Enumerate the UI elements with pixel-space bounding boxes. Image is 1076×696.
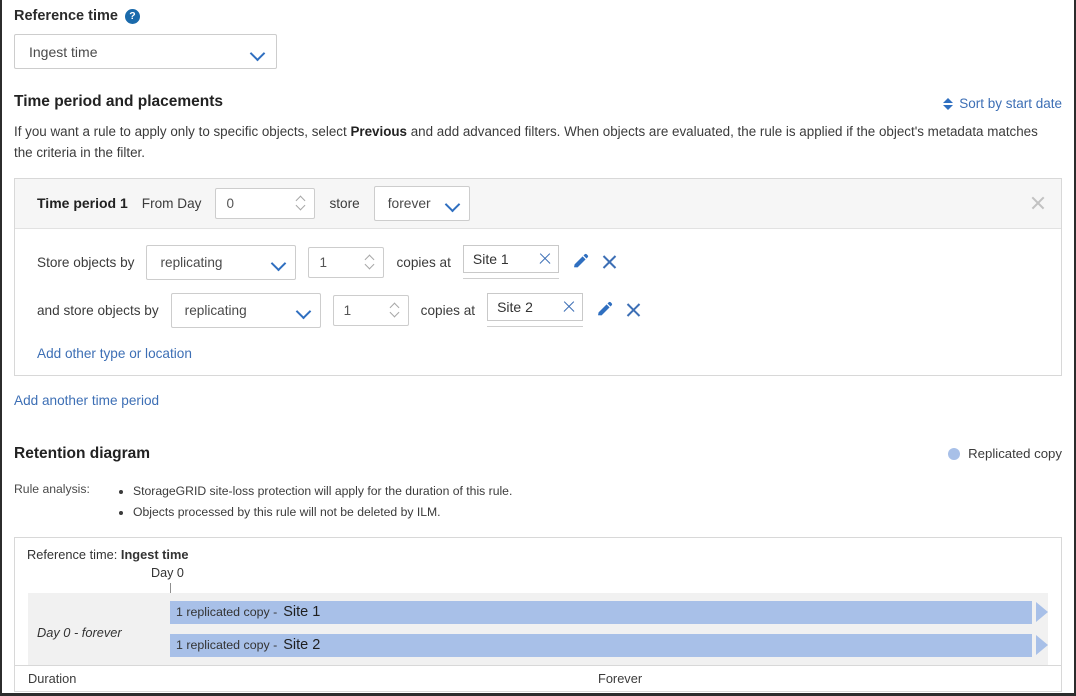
from-day-input[interactable]: 0 [215,188,315,219]
copies-input[interactable]: 1 [333,295,409,326]
location-chip[interactable]: Site 2 [487,293,583,321]
help-circle-icon[interactable]: ? [125,9,140,24]
add-other-type-or-location-link[interactable]: Add other type or location [37,346,1061,361]
bar-continues-arrow-icon [1036,635,1048,655]
rule-analysis-label: Rule analysis: [14,481,119,496]
reference-time-value: Ingest time [29,44,97,60]
period-range-label: Day 0 - forever [28,625,122,640]
retention-diagram-title: Retention diagram [14,445,150,463]
axis-tick-day0: Day 0 [151,566,184,580]
placement-method-value: replicating [185,303,247,318]
close-icon[interactable] [538,252,552,266]
page-title: Time period and placements [14,93,223,111]
stepper-icon[interactable] [365,254,376,270]
bar-site-label: Site 1 [283,604,320,620]
location-field[interactable]: Site 1 [463,245,559,279]
retention-diagram-chart: Reference time: Ingest time Day 0 Day 0 … [14,537,1062,692]
store-label: store [329,196,359,211]
time-period-title: Time period 1 [37,195,128,211]
remove-placement-button[interactable] [601,254,618,271]
chevron-down-icon [445,195,461,211]
bar-continues-arrow-icon [1036,602,1048,622]
location-field[interactable]: Site 2 [487,293,583,327]
chevron-down-icon [271,254,287,270]
location-chip[interactable]: Site 1 [463,245,559,273]
from-day-value: 0 [226,196,234,211]
reference-time-select[interactable]: Ingest time [14,34,277,69]
duration-value: forever [388,196,431,211]
chevron-down-icon [296,302,312,318]
rule-analysis: Rule analysis: StorageGRID site-loss pro… [14,481,1062,523]
bar-copies-label: 1 replicated copy - [176,638,277,652]
placement-row: Store objects by replicating 1 copies at… [37,245,1061,280]
diagram-reference-time-value: Ingest time [121,547,189,562]
sort-link-label: Sort by start date [959,96,1062,111]
remove-time-period-button[interactable] [1029,194,1047,212]
legend-swatch-replicated-copy [948,448,960,460]
copies-at-label: copies at [396,255,450,270]
pencil-icon[interactable] [595,301,613,319]
list-item: StorageGRID site-loss protection will ap… [133,481,512,502]
copies-at-label: copies at [421,303,475,318]
diagram-reference-time: Reference time: Ingest time [27,547,1049,562]
duration-axis-value: Forever [598,671,642,686]
description-bold: Previous [350,124,407,139]
diagram-reference-time-prefix: Reference time: [27,547,117,562]
duration-axis: Duration Forever [15,665,1061,691]
section-description: If you want a rule to apply only to spec… [14,122,1044,164]
remove-placement-button[interactable] [625,302,642,319]
pencil-icon[interactable] [571,253,589,271]
placement-row: and store objects by replicating 1 copie… [37,293,1061,328]
time-period-body: Store objects by replicating 1 copies at… [15,229,1061,375]
store-objects-by-label: Store objects by [37,255,134,270]
placement-method-select[interactable]: replicating [146,245,296,280]
retention-diagram-header: Retention diagram Replicated copy [14,445,1062,463]
placement-method-value: replicating [160,255,222,270]
add-another-time-period-link[interactable]: Add another time period [14,393,159,408]
chevron-down-icon [250,44,266,60]
copies-value: 1 [344,303,352,318]
from-day-label: From Day [142,196,202,211]
sort-by-start-date-link[interactable]: Sort by start date [943,96,1062,111]
bar-copies-label: 1 replicated copy - [176,605,277,619]
reference-time-group: Reference time ? [14,0,1062,24]
reference-time-label: Reference time [14,8,118,24]
time-period-card: Time period 1 From Day 0 store forever S… [14,178,1062,376]
location-chip-label: Site 1 [473,251,509,267]
legend-label-replicated-copy: Replicated copy [968,446,1062,461]
bars-area: 1 replicated copy - Site 1 1 replicated … [170,593,1048,673]
copies-value: 1 [319,255,327,270]
chart-bar-row: 1 replicated copy - Site 2 [170,634,1048,657]
chart-legend: Replicated copy [948,446,1062,461]
chart-bar: 1 replicated copy - Site 2 [170,634,1032,657]
duration-select[interactable]: forever [374,186,470,221]
stepper-icon[interactable] [296,195,307,211]
copies-input[interactable]: 1 [308,247,384,278]
period-range-panel: Day 0 - forever [28,593,170,673]
ilm-rule-page: Reference time ? Ingest time Time period… [0,0,1076,696]
stepper-icon[interactable] [390,302,401,318]
placement-method-select[interactable]: replicating [171,293,321,328]
chart-bar-row: 1 replicated copy - Site 1 [170,601,1048,624]
rule-analysis-list: StorageGRID site-loss protection will ap… [119,481,512,523]
and-store-objects-by-label: and store objects by [37,303,159,318]
chart-bar: 1 replicated copy - Site 1 [170,601,1032,624]
list-item: Objects processed by this rule will not … [133,502,512,523]
location-chip-label: Site 2 [497,299,533,315]
description-pre: If you want a rule to apply only to spec… [14,124,350,139]
time-period-header: Time period 1 From Day 0 store forever [15,179,1061,229]
close-icon[interactable] [562,300,576,314]
duration-axis-label: Duration [28,671,76,686]
time-period-section-header: Time period and placements Sort by start… [14,93,1062,111]
bar-site-label: Site 2 [283,637,320,653]
sort-updown-icon [943,97,953,111]
